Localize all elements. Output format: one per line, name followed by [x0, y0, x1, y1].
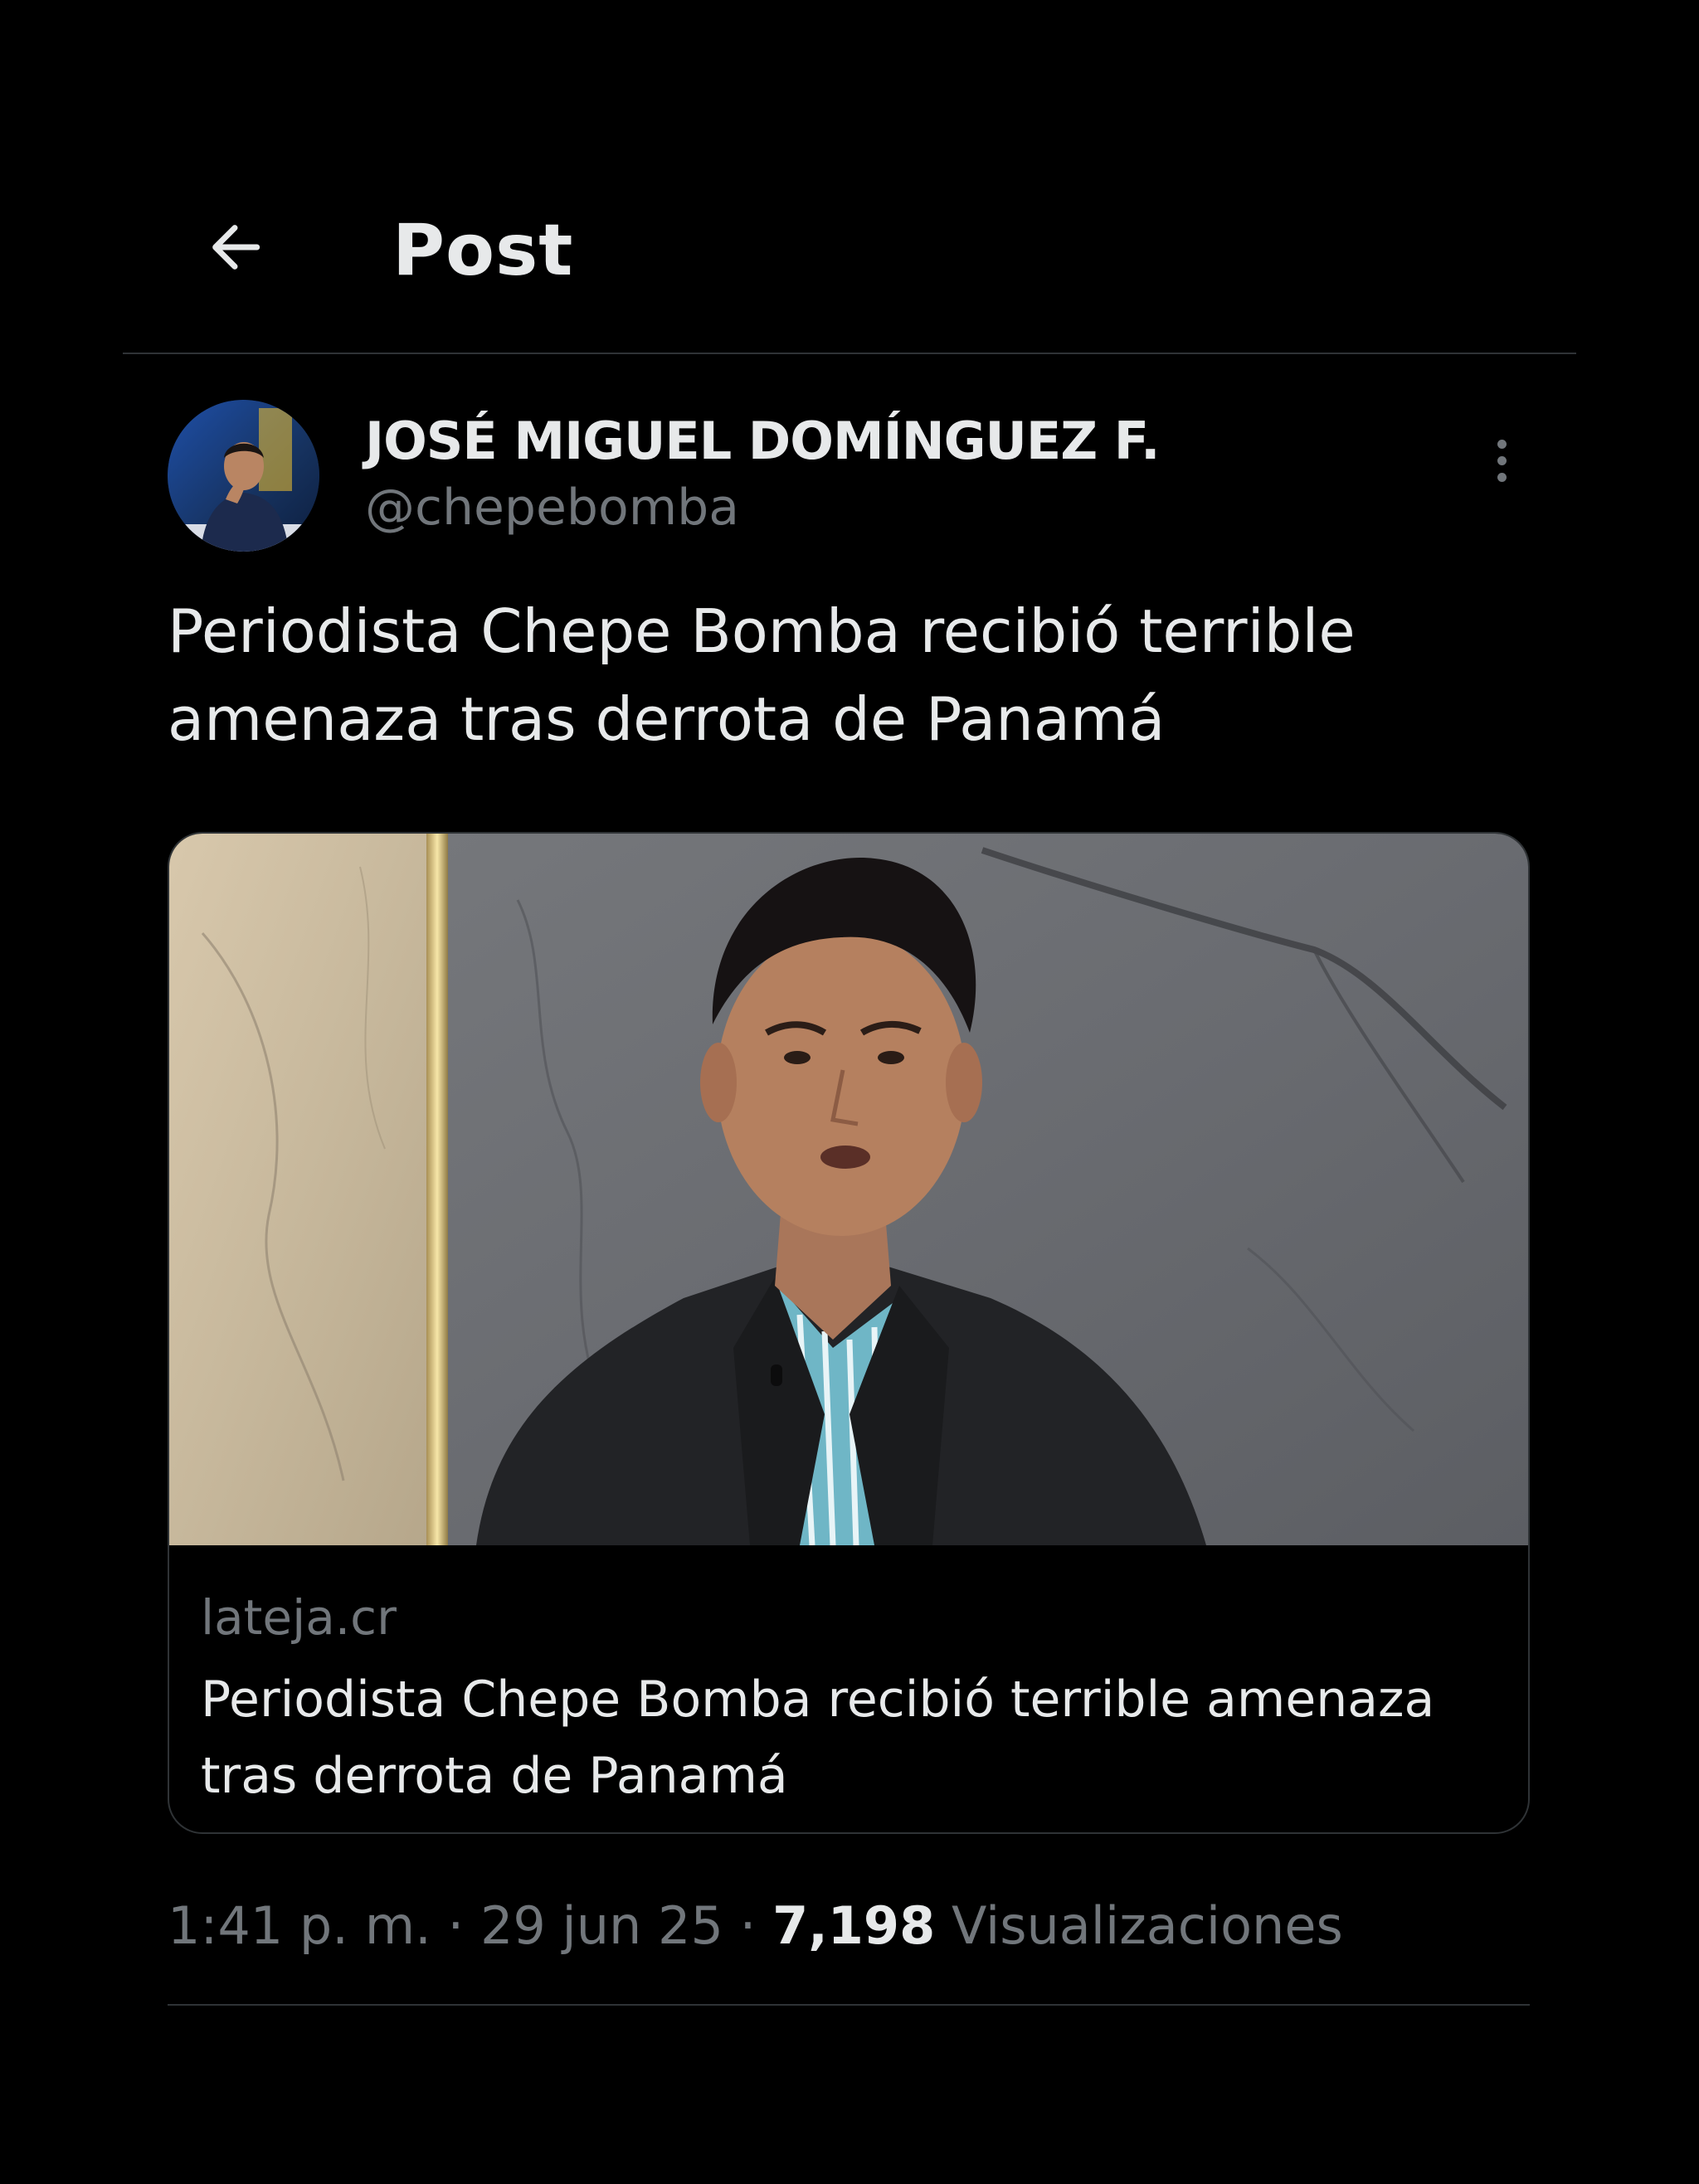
views-count: 7,198: [772, 1895, 936, 1956]
more-options-button[interactable]: [1477, 427, 1526, 494]
post-meta: 1:41 p. m. · 29 jun 25 · 7,198 Visualiza…: [168, 1885, 1343, 1968]
more-vertical-icon-dot: [1497, 455, 1507, 465]
author-handle[interactable]: @chepebomba: [365, 474, 739, 541]
article-photo: [169, 834, 1528, 1545]
link-card-image: [169, 834, 1528, 1545]
more-vertical-icon-dot: [1497, 472, 1507, 482]
link-card[interactable]: lateja.cr Periodista Chepe Bomba recibió…: [168, 832, 1530, 1834]
avatar-image: [168, 400, 319, 552]
link-card-domain: lateja.cr: [201, 1589, 397, 1646]
link-card-title: Periodista Chepe Bomba recibió terrible …: [201, 1671, 1435, 1805]
post-date[interactable]: 29 jun 25: [480, 1895, 723, 1956]
arrow-left-icon: [212, 225, 260, 270]
divider: [168, 2004, 1530, 2006]
author-name[interactable]: JOSÉ MIGUEL DOMÍNGUEZ F.: [365, 408, 1161, 474]
back-button[interactable]: [189, 206, 280, 289]
post-time[interactable]: 1:41 p. m.: [168, 1895, 431, 1956]
meta-separator: ·: [431, 1895, 480, 1956]
more-vertical-icon: [1497, 439, 1507, 449]
views-label: Visualizaciones: [951, 1895, 1343, 1956]
top-bar: Post: [123, 0, 1576, 354]
post-text: Periodista Chepe Bomba recibió terrible …: [168, 596, 1356, 754]
meta-separator: ·: [723, 1895, 773, 1956]
avatar[interactable]: [168, 400, 319, 552]
page-title: Post: [392, 209, 574, 292]
